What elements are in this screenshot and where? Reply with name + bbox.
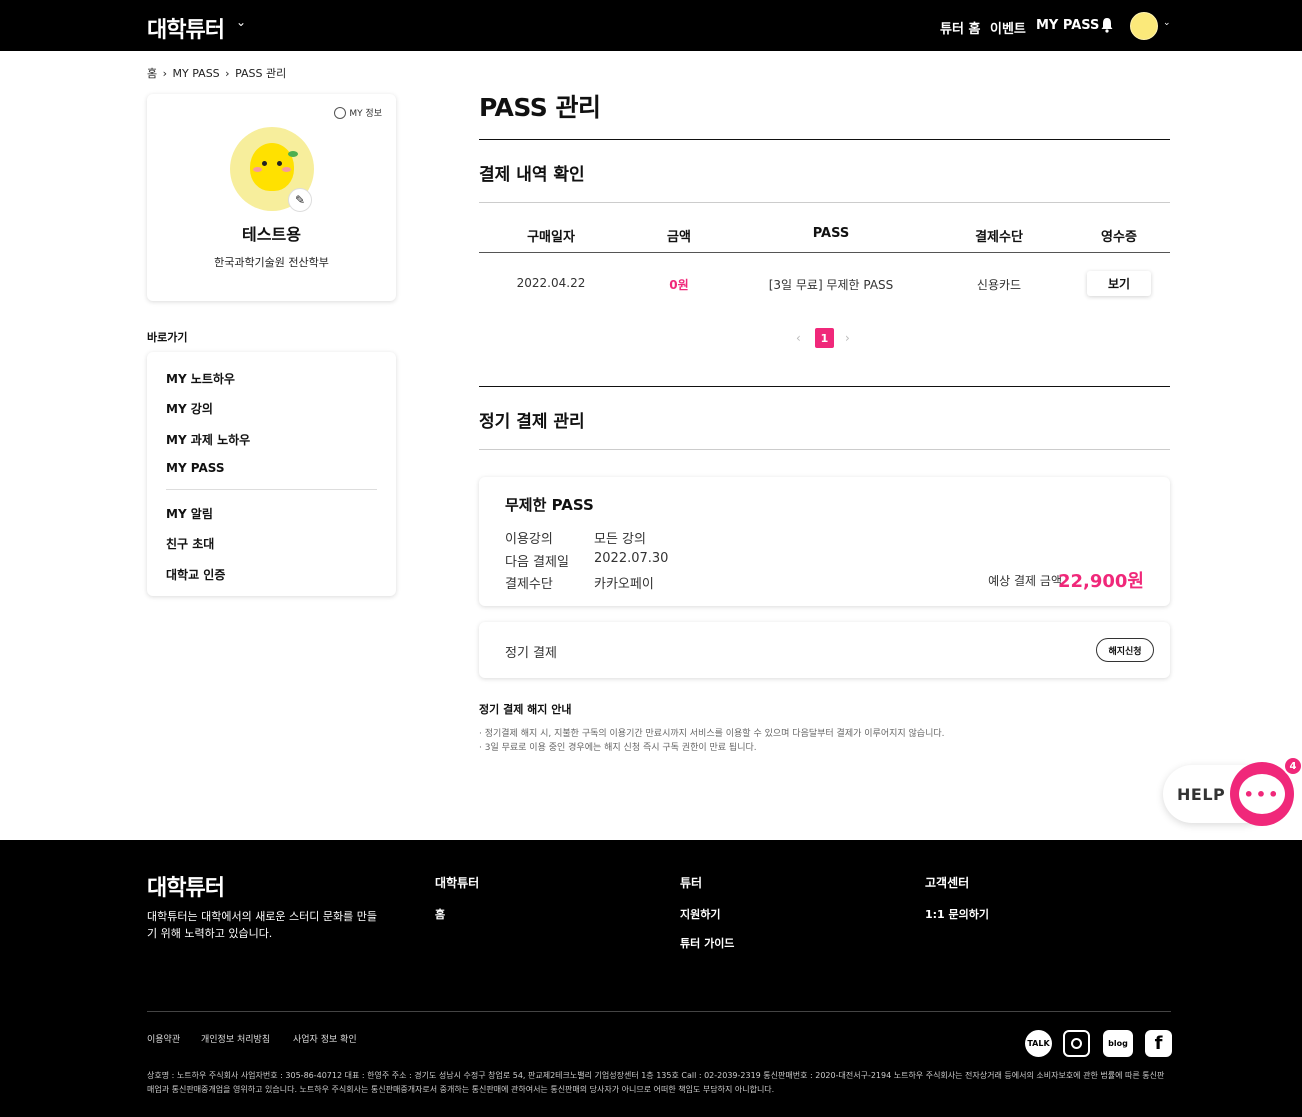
th-date: 구매일자 — [527, 230, 575, 245]
chick-character-icon — [250, 143, 298, 191]
nav-event[interactable]: 이벤트 — [990, 18, 1026, 37]
logo[interactable]: 대학튜터 — [147, 12, 225, 44]
gear-icon — [334, 106, 347, 119]
footer-col-title: 튜터 — [680, 876, 703, 890]
chevron-down-icon[interactable]: ⌄ — [1163, 18, 1171, 28]
estimate-label: 예상 결제 금액 — [988, 574, 1062, 588]
nav-tutor-home[interactable]: 튜터 홈 — [940, 18, 980, 37]
divider — [479, 202, 1170, 203]
footer-link-home[interactable]: 홈 — [435, 906, 445, 922]
divider — [479, 386, 1170, 387]
breadcrumb-home[interactable]: 홈 — [147, 67, 157, 80]
page-title: PASS 관리 — [479, 93, 601, 122]
th-receipt: 영수증 — [1101, 230, 1137, 245]
td-date: 2022.04.22 — [516, 276, 586, 290]
footer-logo[interactable]: 대학튜터 — [147, 870, 225, 902]
footer-link-inquiry[interactable]: 1:1 문의하기 — [925, 906, 989, 922]
auto-payment-card: 정기 결제 해지신청 — [479, 622, 1170, 678]
menu-my-assignment[interactable]: MY 과제 노하우 — [166, 431, 250, 448]
chevron-down-icon[interactable]: ⌄ — [236, 15, 246, 29]
facebook-icon[interactable]: f — [1145, 1030, 1172, 1057]
sub-val-lecture: 모든 강의 — [594, 532, 646, 547]
chevron-left-icon[interactable]: ‹ — [796, 331, 801, 345]
td-method: 신용카드 — [976, 278, 1022, 292]
shortcut-title: 바로가기 — [147, 331, 188, 344]
divider — [479, 139, 1170, 140]
sub-key-lecture: 이용강의 — [505, 532, 553, 547]
footer-col-title: 고객센터 — [925, 876, 970, 890]
footer-link-guide[interactable]: 튜터 가이드 — [680, 935, 734, 951]
divider — [479, 252, 1170, 253]
auto-payment-label: 정기 결제 — [505, 646, 557, 661]
receipt-view-button[interactable]: 보기 — [1087, 271, 1151, 296]
kakaotalk-icon[interactable]: TALK — [1025, 1030, 1052, 1057]
menu-my-lecture[interactable]: MY 강의 — [166, 400, 213, 417]
instagram-icon[interactable] — [1063, 1030, 1090, 1057]
my-info-link[interactable]: MY 정보 — [334, 106, 382, 119]
cancel-subscription-button[interactable]: 해지신청 — [1096, 638, 1154, 662]
footer: 대학튜터 대학튜터는 대학에서의 새로운 스터디 문화를 만들기 위해 노력하고… — [0, 840, 1302, 1117]
footer-col-title: 대학튜터 — [435, 876, 480, 890]
footer-desc: 대학튜터는 대학에서의 새로운 스터디 문화를 만들기 위해 노력하고 있습니다… — [147, 910, 378, 940]
bell-icon[interactable] — [1100, 17, 1114, 33]
menu-university-verify[interactable]: 대학교 인증 — [166, 566, 225, 583]
divider — [479, 449, 1170, 450]
chevron-right-icon: › — [162, 67, 168, 80]
profile-school: 한국과학기술원 전산학부 — [214, 256, 329, 269]
sub-val-method: 카카오페이 — [594, 577, 654, 592]
footer-legal: 상호명 : 노트하우 주식회사 사업자번호 : 305-86-40712 대표 … — [147, 1071, 1165, 1094]
menu-my-pass[interactable]: MY PASS — [166, 461, 225, 475]
footer-terms[interactable]: 이용약관 — [147, 1032, 180, 1045]
top-navbar: 대학튜터 ⌄ 튜터 홈 이벤트 MY PASS ⌄ — [0, 0, 1302, 51]
nav-my-pass[interactable]: MY PASS — [1036, 18, 1099, 33]
menu-invite-friend[interactable]: 친구 초대 — [166, 535, 214, 552]
page-number[interactable]: 1 — [815, 328, 834, 348]
notice-title: 정기 결제 해지 안내 — [479, 703, 572, 716]
th-pass: PASS — [812, 226, 850, 241]
my-info-label: MY 정보 — [349, 109, 382, 119]
pencil-icon: ✎ — [294, 193, 306, 207]
chevron-right-icon: › — [225, 67, 230, 80]
payments-title: 결제 내역 확인 — [479, 165, 585, 185]
subscription-card: 무제한 PASS 이용강의 모든 강의 다음 결제일 2022.07.30 결제… — [479, 477, 1170, 606]
footer-link-apply[interactable]: 지원하기 — [680, 906, 720, 922]
menu-my-notehow[interactable]: MY 노트하우 — [166, 370, 235, 387]
breadcrumb-current: PASS 관리 — [235, 67, 287, 80]
profile-name: 테스트용 — [242, 225, 301, 244]
blog-icon[interactable]: blog — [1103, 1030, 1133, 1057]
breadcrumb-my-pass[interactable]: MY PASS — [173, 67, 220, 80]
help-label: HELP — [1177, 785, 1226, 804]
sub-key-next-date: 다음 결제일 — [505, 555, 569, 570]
subscription-title: 정기 결제 관리 — [479, 412, 585, 432]
sub-val-next-date: 2022.07.30 — [594, 551, 669, 566]
chevron-right-icon[interactable]: › — [845, 331, 850, 345]
user-avatar[interactable] — [1130, 12, 1158, 40]
th-method: 결제수단 — [975, 230, 1023, 245]
td-amount: 0원 — [669, 278, 689, 292]
divider — [166, 489, 377, 490]
th-amount: 금액 — [667, 230, 691, 245]
profile-card: MY 정보 ✎ 테스트용 한국과학기술원 전산학부 — [147, 94, 396, 301]
edit-avatar-button[interactable]: ✎ — [288, 188, 312, 212]
notice-line: · 정기결제 해지 시, 지불한 구독의 이용기간 만료시까지 서비스를 이용할… — [479, 729, 945, 739]
footer-privacy[interactable]: 개인정보 처리방침 — [201, 1032, 270, 1045]
breadcrumb: 홈 › MY PASS › PASS 관리 — [147, 65, 288, 81]
footer-business-info[interactable]: 사업자 정보 확인 — [293, 1032, 357, 1045]
sub-key-method: 결제수단 — [505, 577, 553, 592]
shortcut-menu: MY 노트하우 MY 강의 MY 과제 노하우 MY PASS MY 알림 친구… — [147, 352, 396, 596]
help-badge: 4 — [1283, 756, 1302, 776]
divider — [147, 1011, 1171, 1012]
notice-line: · 3일 무료로 이용 중인 경우에는 해지 신청 즉시 구독 권한이 만료 됩… — [479, 743, 757, 753]
subscription-name: 무제한 PASS — [505, 496, 594, 514]
menu-my-alarm[interactable]: MY 알림 — [166, 505, 213, 522]
estimate-value: 22,900원 — [1057, 571, 1144, 592]
td-pass: [3일 무료] 무제한 PASS — [768, 278, 894, 292]
